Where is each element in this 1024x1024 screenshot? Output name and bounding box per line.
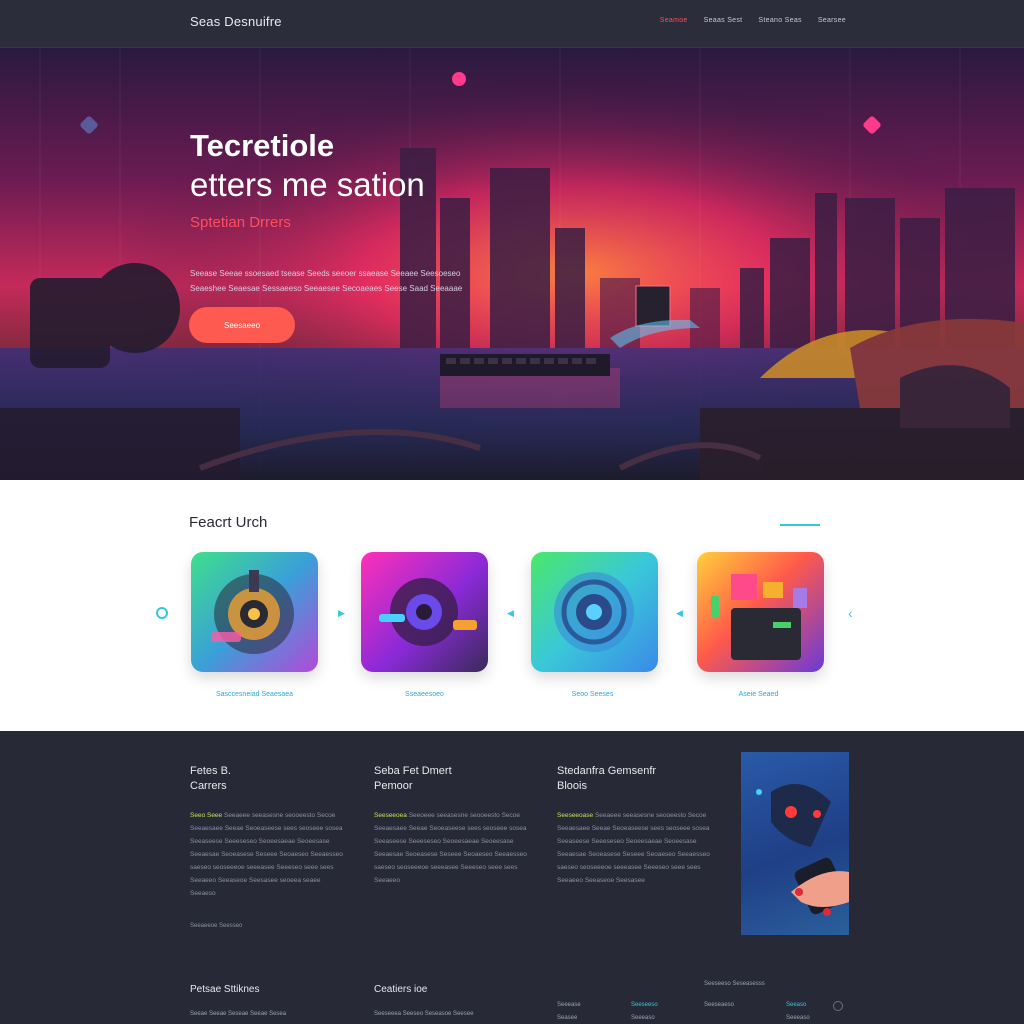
footer-link-a1[interactable]: Seeease [557, 1002, 581, 1008]
nav-link-4[interactable]: Searsee [818, 17, 846, 24]
footer-link-a2[interactable]: Seasee [557, 1015, 577, 1021]
floating-dot-decoration [452, 72, 466, 86]
column-3-title: Stedanfra Gemsenfr Bloois [557, 764, 656, 794]
features-section: Feacrt Urch Sasccesneiad Seaesaea ▶ Ssea… [0, 480, 1024, 731]
column-3-title-line-1: Stedanfra Gemsenfr [557, 765, 657, 777]
footer-link-d2[interactable]: Seeeaso [786, 1015, 810, 1021]
feature-card-4[interactable] [697, 552, 824, 672]
nav-link-3[interactable]: Steano Seas [758, 17, 801, 24]
hand-holding-device-illustration [756, 784, 849, 916]
features-heading: Feacrt Urch [189, 514, 268, 531]
hand-device-image [741, 752, 849, 935]
feature-card-1[interactable] [191, 552, 318, 672]
heading-accent-line [780, 524, 820, 526]
column-2-title-line-2: Pemoor [374, 780, 413, 792]
carousel-next-icon[interactable]: ▶ [338, 608, 345, 619]
column-1-title-line-2: Carrers [190, 780, 227, 792]
feature-card-1-label[interactable]: Sasccesneiad Seaesaea [191, 691, 318, 698]
footer-col-1-title: Petsae Sttiknes [190, 984, 260, 995]
footer-col-1-text: Seeae Seeae Seseae Seeae Sesea [190, 1011, 287, 1017]
hero-title-line-1: Tecretiole [190, 128, 335, 163]
carousel-chevron-right-icon[interactable]: ‹ [848, 605, 853, 621]
column-2-text: Seeoeee seeasesne seooeesto Secoe Seeaes… [374, 812, 527, 884]
column-2-title: Seba Fet Dmert Pemoor [374, 764, 452, 794]
nav-links: Seamoe Seaas Sest Steano Seas Searsee [660, 17, 846, 24]
brand-logo-text[interactable]: Seas Desnuifre [190, 14, 282, 29]
footer-link-c2[interactable]: Seeseaeso [704, 1002, 734, 1008]
chat-bubble-icon[interactable] [833, 1001, 843, 1011]
column-2-title-line-1: Seba Fet Dmert [374, 765, 452, 777]
info-section: Fetes B. Carrers Seeo Seee Seeaeee seeas… [0, 731, 1024, 1024]
carousel-indicator-button[interactable] [156, 607, 168, 619]
column-1-lead: Seeo Seee [190, 812, 223, 819]
feature-card-3[interactable] [531, 552, 658, 672]
column-3-title-line-2: Bloois [557, 780, 587, 792]
hero-title-line-2: etters me sation [190, 166, 425, 203]
hero-section: Tecretiole etters me sation Sptetian Drr… [0, 48, 1024, 480]
feature-card-2-label[interactable]: Sseaeesoeo [361, 691, 488, 698]
column-1-body: Seeo Seee Seeaeee seeasesne seooeesto Se… [190, 809, 345, 900]
footer-link-d1[interactable]: Seeaso [786, 1002, 806, 1008]
column-1-link[interactable]: Seeaeeoe Seesseo [190, 923, 242, 929]
target-dial-illustration-icon [554, 572, 634, 652]
column-1-title-line-1: Fetes B. [190, 765, 231, 777]
column-3-lead: Seeseeoase [557, 812, 594, 819]
column-1-title: Fetes B. Carrers [190, 764, 231, 794]
carousel-prev-icon[interactable]: ◀ [507, 608, 514, 619]
column-2-body: Seeseeoea Seeoeee seeasesne seooeesto Se… [374, 809, 529, 887]
footer-col-2-text: Seeseeea Seeseo Seseasoe Seesee [374, 1011, 474, 1017]
hero-subtitle: Sptetian Drrers [190, 214, 291, 231]
column-3-text: Seeaeee seeasesne seooeesto Secoe Seeaes… [557, 812, 710, 884]
dial-illustration-icon [211, 570, 294, 654]
footer-link-c1[interactable]: Seeseeso Seseasesss [704, 981, 765, 987]
nav-link-2[interactable]: Seaas Sest [704, 17, 743, 24]
carousel-prev-icon[interactable]: ◀ [676, 608, 683, 619]
top-navbar: Seas Desnuifre Seamoe Seaas Sest Steano … [0, 0, 1024, 48]
footer-link-b1[interactable]: Seeseeso [631, 1002, 658, 1008]
orb-device-illustration-icon [379, 578, 477, 646]
footer-col-2-title: Ceatiers ioe [374, 984, 428, 995]
nav-link-1[interactable]: Seamoe [660, 17, 688, 24]
hero-description: Seease Seeae ssoesaed tsease Seeds seeoe… [190, 269, 463, 293]
hero-city-illustration [0, 48, 1024, 480]
column-3-body: Seeseeoase Seeaeee seeasesne seooeesto S… [557, 809, 712, 887]
device-panel-illustration-icon [711, 574, 807, 660]
feature-card-2[interactable] [361, 552, 488, 672]
feature-card-4-label[interactable]: Aseie Seaed [697, 691, 820, 698]
footer-link-b2[interactable]: Seeeaso [631, 1015, 655, 1021]
column-1-text: Seeaeee seeasesne seooeesto Secoe Seeaes… [190, 812, 343, 897]
feature-card-3-label[interactable]: Seoo Seeses [531, 691, 654, 698]
column-2-lead: Seeseeoea [374, 812, 407, 819]
hero-cta-button[interactable]: Seesaeeo [189, 307, 295, 343]
